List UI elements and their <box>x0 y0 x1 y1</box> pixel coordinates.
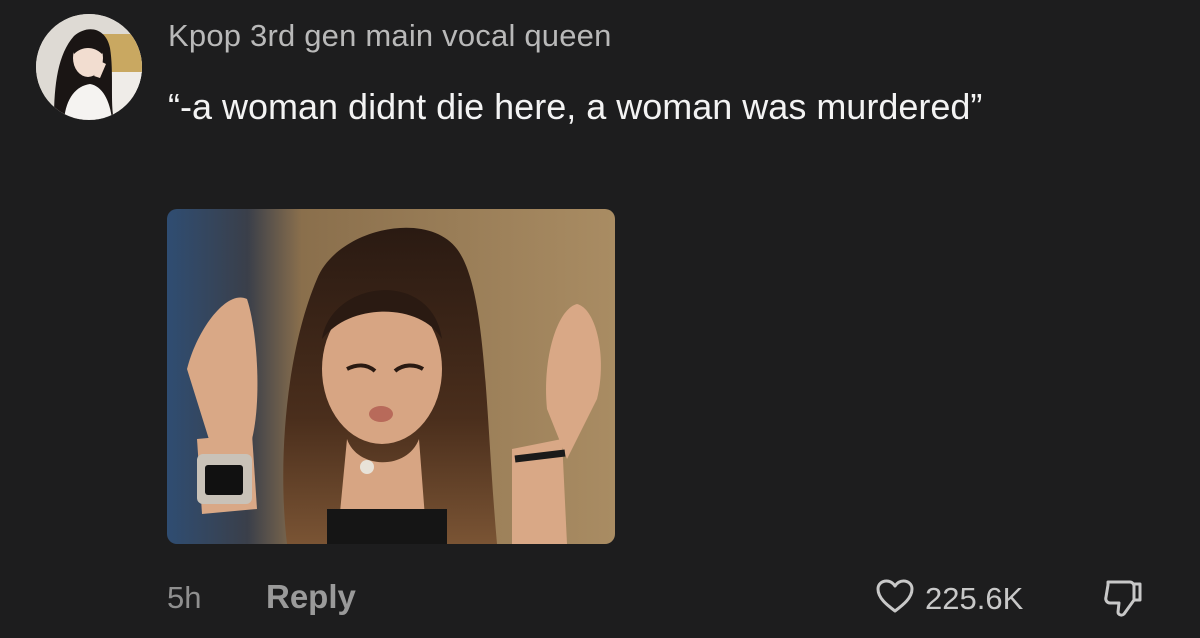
avatar[interactable] <box>36 14 142 120</box>
like-button[interactable]: 225.6K <box>875 578 1023 619</box>
comment-attached-image[interactable] <box>167 209 615 544</box>
thumbs-down-icon <box>1100 580 1144 624</box>
comment-timestamp: 5h <box>167 580 202 615</box>
comment-text: “-a woman didnt die here, a woman was mu… <box>168 86 983 127</box>
dislike-button[interactable] <box>1100 576 1144 625</box>
heart-icon <box>875 578 915 619</box>
reply-button[interactable]: Reply <box>266 578 356 616</box>
comment: Kpop 3rd gen main vocal queen “-a woman … <box>0 0 1200 638</box>
like-count: 225.6K <box>925 580 1024 616</box>
username[interactable]: Kpop 3rd gen main vocal queen <box>168 18 612 54</box>
